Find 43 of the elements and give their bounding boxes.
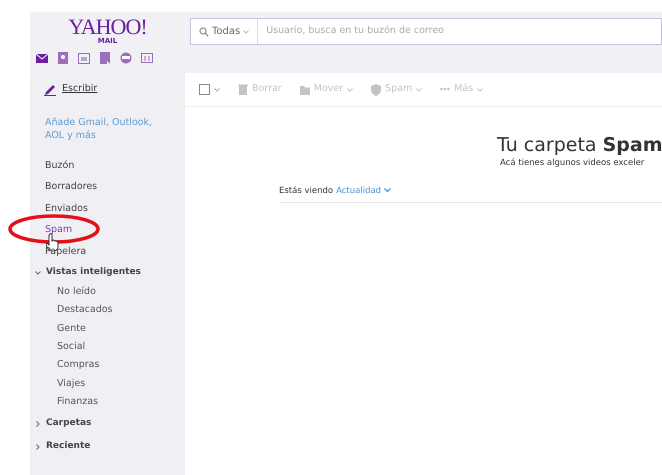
section-toggle[interactable]: Carpetas <box>30 413 185 434</box>
search-field[interactable]: Todas Usuario, busca en tu buzón de correo <box>190 18 662 45</box>
viewing-label: Estás viendo <box>279 185 334 198</box>
section-toggle[interactable]: Vistas inteligentes <box>30 262 185 284</box>
chevron-right-icon <box>35 420 41 427</box>
folder-title: Tu carpeta Spam <box>497 133 662 158</box>
scope-dropdown[interactable]: Todas <box>191 19 258 44</box>
logo: YAHOO! <box>68 16 147 38</box>
mail-icon[interactable] <box>36 52 48 64</box>
caret-icon <box>347 88 354 92</box>
folder-item[interactable]: Spam <box>30 219 185 241</box>
smart-view-item[interactable]: No leído <box>30 283 185 302</box>
calendar-icon[interactable] <box>78 52 90 64</box>
filter-dropdown[interactable]: Actualidad <box>336 185 391 198</box>
news-icon[interactable] <box>141 52 153 64</box>
trash-icon <box>238 84 248 96</box>
folder-item[interactable]: Borradores <box>30 176 185 198</box>
smart-view-item[interactable]: Finanzas <box>30 392 185 412</box>
folder-item[interactable]: Buzón <box>30 154 185 176</box>
chevron-right-icon <box>35 444 41 450</box>
smart-view-item[interactable]: Gente <box>30 320 185 338</box>
folder-subtitle: Acá tienes algunos videos exceler <box>500 157 644 170</box>
shield-icon <box>371 84 382 96</box>
chevron-down-icon <box>35 270 41 276</box>
caret-icon <box>477 88 484 92</box>
caret-icon <box>416 88 422 92</box>
search-icon <box>199 26 209 36</box>
notepad-icon[interactable] <box>99 52 111 64</box>
caret-icon <box>243 30 250 34</box>
folder-item[interactable]: Enviados <box>30 198 185 220</box>
contact-card-icon[interactable] <box>57 52 69 64</box>
smart-view-item[interactable]: Compras <box>30 356 185 375</box>
folder-item[interactable]: Papelera <box>30 240 185 262</box>
section-toggle[interactable]: Reciente <box>30 436 185 458</box>
caret-icon <box>214 88 220 92</box>
smart-view-item[interactable]: Social <box>30 338 185 356</box>
folder-icon <box>300 84 310 96</box>
smart-view-item[interactable]: Destacados <box>30 301 185 320</box>
caret-icon <box>384 188 391 194</box>
pencil-icon <box>44 84 56 96</box>
smart-view-item[interactable]: Viajes <box>30 374 185 393</box>
messenger-icon[interactable] <box>120 52 132 64</box>
compose-button[interactable]: Escribir <box>30 73 185 106</box>
